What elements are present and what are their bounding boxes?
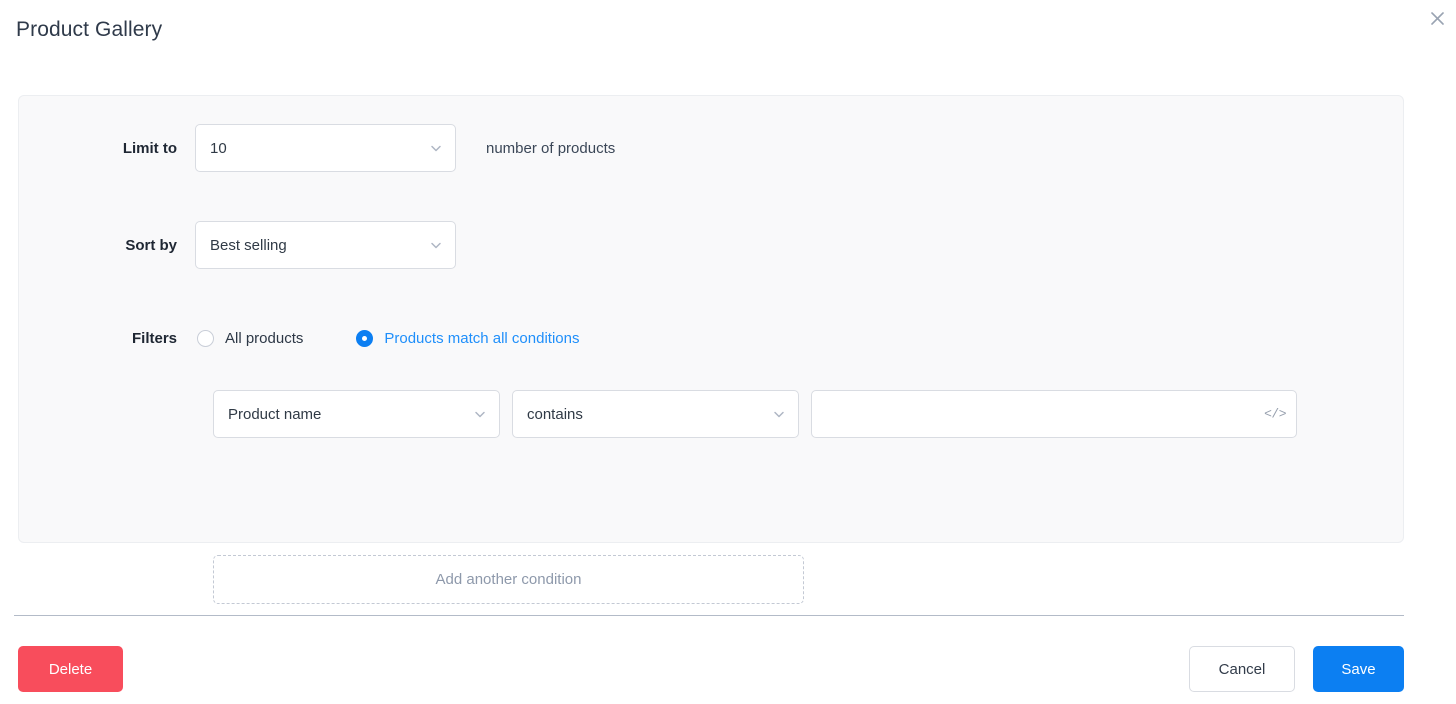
condition-operator-select[interactable]: contains (512, 390, 799, 438)
chevron-down-icon (774, 411, 784, 418)
chevron-down-icon (431, 242, 441, 249)
code-icon[interactable]: </> (1264, 407, 1286, 422)
footer-divider (14, 615, 1404, 616)
condition-value-input[interactable] (826, 404, 1262, 424)
radio-icon-selected (356, 330, 374, 347)
filter-option-all-products[interactable]: All products (197, 330, 303, 347)
sort-label: Sort by (125, 236, 177, 254)
page-title: Product Gallery (16, 18, 163, 41)
condition-field-value: Product name (228, 405, 322, 423)
sort-select-value: Best selling (210, 236, 287, 254)
cancel-button[interactable]: Cancel (1189, 646, 1295, 692)
save-button[interactable]: Save (1313, 646, 1404, 692)
close-icon[interactable] (1424, 5, 1450, 31)
chevron-down-icon (475, 411, 485, 418)
add-another-condition-button[interactable]: Add another condition (213, 555, 804, 604)
limit-select-value: 10 (210, 139, 227, 157)
filter-option-match-conditions[interactable]: Products match all conditions (356, 330, 579, 347)
settings-panel: Limit to 10 number of products Sort by B… (18, 95, 1404, 604)
chevron-down-icon (431, 145, 441, 152)
limit-label: Limit to (122, 139, 177, 157)
filter-option-label: All products (225, 330, 304, 347)
modal-dialog: Product Gallery Limit to 10 number of pr… (0, 0, 1456, 704)
limit-suffix-label: number of products (486, 139, 616, 157)
sort-row: Sort by Best selling (19, 221, 1403, 269)
condition-operator-value: contains (527, 405, 583, 423)
filter-option-label: Products match all conditions (384, 330, 580, 347)
filters-row: Filters All products Products match all … (19, 330, 1403, 347)
limit-select[interactable]: 10 (195, 124, 456, 172)
limit-row: Limit to 10 number of products (19, 124, 1403, 172)
delete-button[interactable]: Delete (18, 646, 123, 692)
filters-label: Filters (131, 330, 177, 347)
radio-icon-unselected (197, 330, 214, 347)
condition-field-select[interactable]: Product name (213, 390, 500, 438)
sort-select[interactable]: Best selling (195, 221, 456, 269)
condition-value-input-wrap[interactable]: </> (811, 390, 1297, 438)
close-glyph (1430, 11, 1444, 25)
